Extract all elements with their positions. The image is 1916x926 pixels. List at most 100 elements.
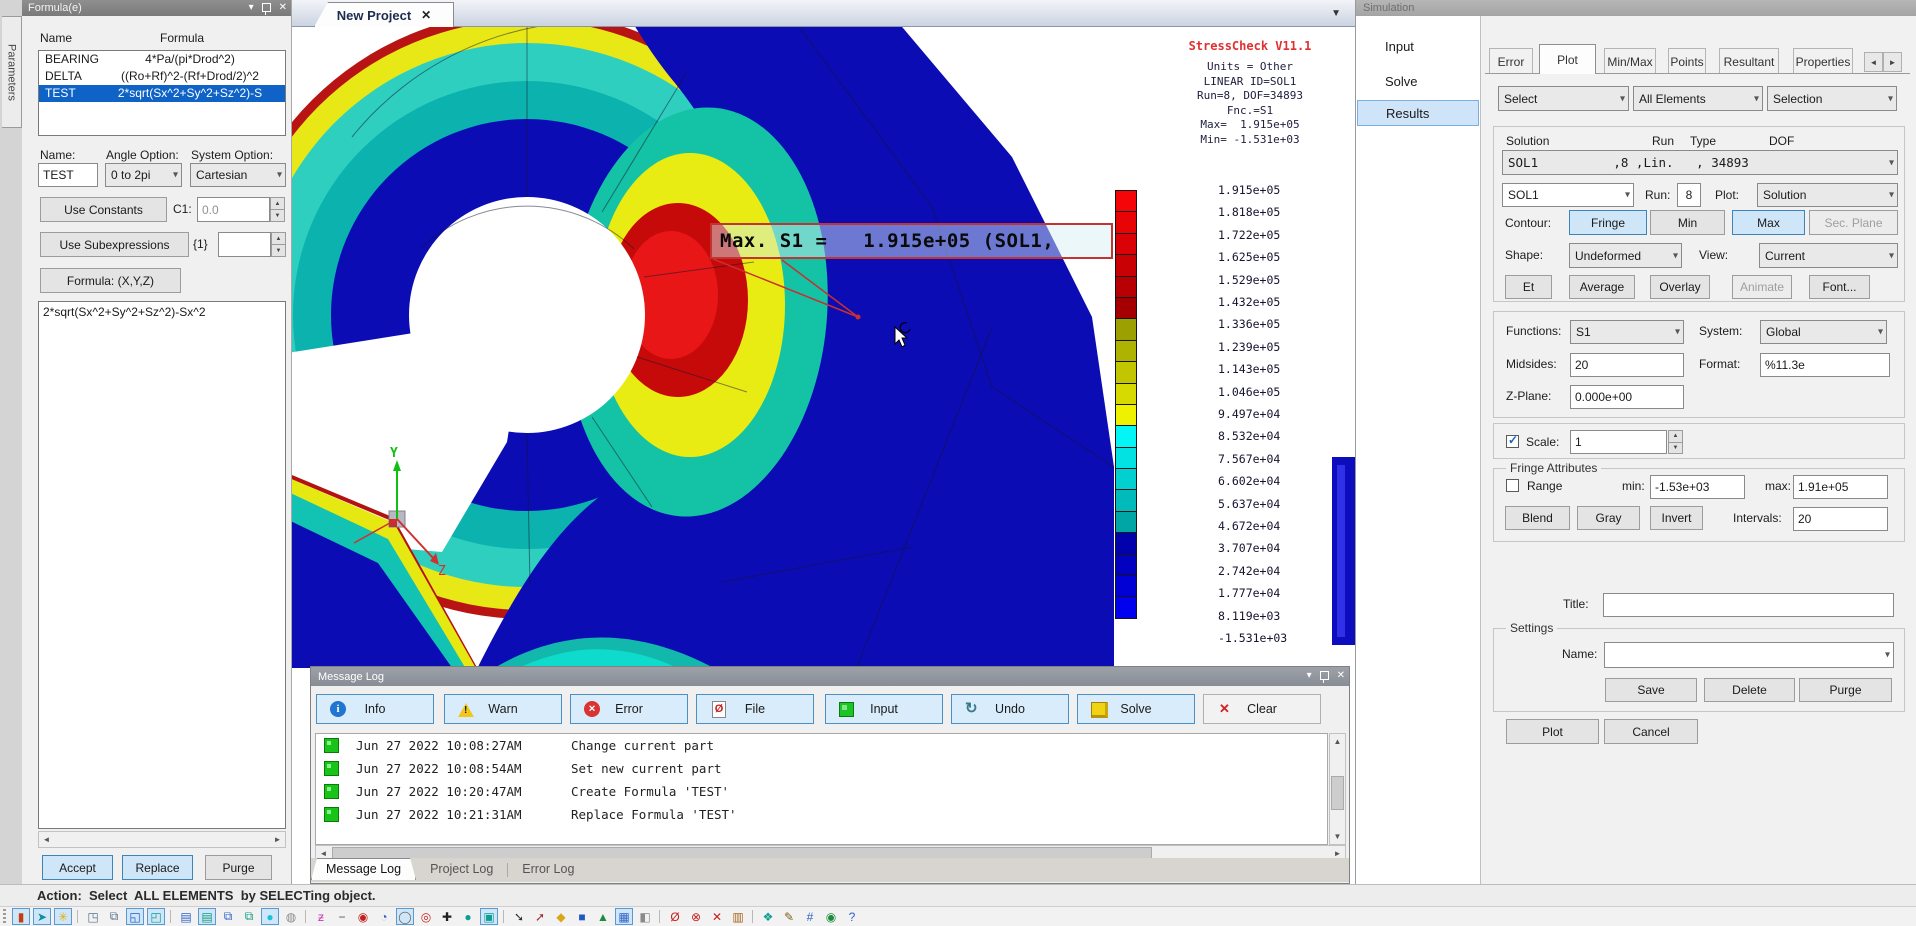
info-filter-button[interactable]: Info [316, 694, 434, 724]
panel-menu-icon[interactable]: ▾ [249, 2, 254, 14]
use-constants-button[interactable]: Use Constants [40, 197, 167, 222]
scale-checkbox[interactable] [1506, 435, 1519, 448]
tab-error[interactable]: Error [1489, 48, 1533, 74]
settings-name-select[interactable] [1604, 642, 1894, 668]
c1-spinner[interactable] [270, 197, 285, 222]
close-icon[interactable]: ✕ [1337, 670, 1345, 682]
overlay-button[interactable]: Overlay [1650, 275, 1710, 299]
selection-select[interactable]: Selection [1767, 86, 1897, 111]
subexpression-spinner[interactable] [271, 232, 286, 257]
formula-xyz-button[interactable]: Formula: (X,Y,Z) [40, 268, 181, 293]
file-filter-button[interactable]: File [696, 694, 814, 724]
input-filter-button[interactable]: Input [825, 694, 943, 724]
sun-icon[interactable]: ✳ [54, 908, 72, 925]
replace-button[interactable]: Replace [122, 855, 193, 880]
cancel-button[interactable]: Cancel [1604, 719, 1698, 744]
help-icon[interactable]: ? [843, 908, 861, 925]
tab-error-log[interactable]: Error Log [508, 859, 588, 880]
log-entry-row[interactable]: Jun 27 2022 10:21:31AMReplace Formula 'T… [316, 803, 1327, 826]
formula-hscrollbar[interactable]: ◄ ► [38, 831, 286, 848]
min-field[interactable]: -1.53e+03 [1650, 475, 1745, 499]
settings-purge-button[interactable]: Purge [1799, 678, 1892, 702]
tab-min-max[interactable]: Min/Max [1604, 48, 1656, 74]
sim-nav-item-results[interactable]: Results [1357, 100, 1479, 126]
window-cascade-icon[interactable]: ⧉ [105, 908, 123, 925]
globe-icon[interactable]: ◍ [282, 908, 300, 925]
window-teal-icon[interactable]: ◰ [147, 908, 165, 925]
document-tab[interactable]: New Project ✕ [314, 2, 454, 27]
tab-properties[interactable]: Properties [1793, 48, 1853, 74]
formula-list[interactable]: BEARING4*Pa/(pi*Drod^2)DELTA((Ro+Rf)^2-(… [38, 50, 286, 136]
z-axis-icon[interactable]: ƶ [312, 908, 330, 925]
diamond-icon[interactable]: ◆ [552, 908, 570, 925]
view-select[interactable]: Current [1759, 243, 1898, 268]
parameters-tab[interactable]: Parameters [2, 16, 22, 128]
angle-option-select[interactable]: 0 to 2pi [105, 163, 182, 187]
page-teal-icon[interactable]: ▤ [198, 908, 216, 925]
accept-button[interactable]: Accept [42, 855, 113, 880]
toolbar-drag-handle[interactable] [3, 909, 6, 924]
formula-table-row[interactable]: DELTA((Ro+Rf)^2-(Rf+Drod/2)^2 [39, 68, 285, 85]
select-mode-select[interactable]: Select [1498, 86, 1629, 111]
system-option-select[interactable]: Cartesian [190, 163, 286, 187]
save-button[interactable]: Save [1605, 678, 1697, 702]
format-field[interactable]: %11.3e [1760, 353, 1890, 377]
panel-menu-icon[interactable]: ▾ [1307, 670, 1312, 682]
no-entry-icon[interactable]: Ø [666, 908, 684, 925]
cyan-circle-icon[interactable]: ● [261, 908, 279, 925]
tab-scroll-left-icon[interactable]: ◄ [1864, 52, 1883, 72]
zplane-field[interactable]: 0.000e+00 [1570, 385, 1684, 409]
name-field[interactable]: TEST [38, 163, 98, 187]
copy-page-icon[interactable]: ⧉ [219, 908, 237, 925]
pin-icon[interactable] [262, 3, 271, 12]
solution-run-combo[interactable]: SOL1 ,8 ,Lin. , 34893 [1502, 150, 1898, 175]
hash-grid-icon[interactable]: # [801, 908, 819, 925]
grid-table-icon[interactable]: ▦ [615, 908, 633, 925]
arrow-down-icon[interactable]: ➘ [510, 908, 528, 925]
half-box-icon[interactable]: ◧ [636, 908, 654, 925]
page-blue-icon[interactable]: ▤ [177, 908, 195, 925]
font-button[interactable]: Font... [1809, 275, 1870, 299]
sim-nav-item-input[interactable]: Input [1357, 33, 1479, 59]
run-field[interactable]: 8 [1677, 183, 1701, 207]
warn-filter-button[interactable]: Warn [444, 694, 562, 724]
tab-resultant[interactable]: Resultant [1719, 48, 1779, 74]
range-checkbox[interactable] [1506, 479, 1519, 492]
sim-nav-item-solve[interactable]: Solve [1357, 68, 1479, 94]
min-button[interactable]: Min [1650, 210, 1725, 235]
message-log-list[interactable]: Jun 27 2022 10:08:27AMChange current par… [315, 733, 1328, 845]
green-triangle-icon[interactable]: ▲ [594, 908, 612, 925]
undo-filter-button[interactable]: Undo [951, 694, 1069, 724]
pointer-icon[interactable]: ➤ [33, 908, 51, 925]
title-field[interactable] [1603, 593, 1894, 617]
target-icon[interactable]: ◎ [417, 908, 435, 925]
pin-icon[interactable] [1320, 671, 1329, 680]
max-button[interactable]: Max [1732, 210, 1805, 235]
tab-plot[interactable]: Plot [1539, 44, 1596, 74]
copy-teal-icon[interactable]: ⧉ [240, 908, 258, 925]
error-filter-button[interactable]: Error [570, 694, 688, 724]
fringe-button[interactable]: Fringe [1569, 210, 1647, 235]
log-entry-row[interactable]: Jun 27 2022 10:20:47AMCreate Formula 'TE… [316, 780, 1327, 803]
log-entry-row[interactable]: Jun 27 2022 10:08:54AMSet new current pa… [316, 757, 1327, 780]
tab-points[interactable]: Points [1668, 48, 1706, 74]
blue-square-icon[interactable]: ■ [573, 908, 591, 925]
intervals-field[interactable]: 20 [1793, 507, 1888, 531]
arrow-up-icon[interactable]: ➚ [531, 908, 549, 925]
ellipse-icon[interactable]: ◯ [396, 908, 414, 925]
scale-field[interactable]: 1 [1570, 430, 1667, 454]
axes-cross-icon[interactable]: ✚ [438, 908, 456, 925]
element-filter-select[interactable]: All Elements [1633, 86, 1763, 111]
use-subexpressions-button[interactable]: Use Subexpressions [40, 232, 189, 257]
gray-button[interactable]: Gray [1577, 506, 1640, 530]
system-select[interactable]: Global [1760, 320, 1887, 344]
boxed-sphere-icon[interactable]: ▣ [480, 908, 498, 925]
formula-editor[interactable]: 2*sqrt(Sx^2+Sy^2+Sz^2)-Sx^2 [38, 301, 286, 829]
book-icon[interactable]: ▥ [729, 908, 747, 925]
solve-filter-button[interactable]: Solve [1077, 694, 1195, 724]
scroll-down-icon[interactable]: ▼ [1330, 829, 1345, 844]
cancel-circle-icon[interactable]: ⊗ [687, 908, 705, 925]
window-blue-icon[interactable]: ◱ [126, 908, 144, 925]
close-tab-icon[interactable]: ✕ [421, 8, 431, 22]
record-icon[interactable]: ◉ [354, 908, 372, 925]
